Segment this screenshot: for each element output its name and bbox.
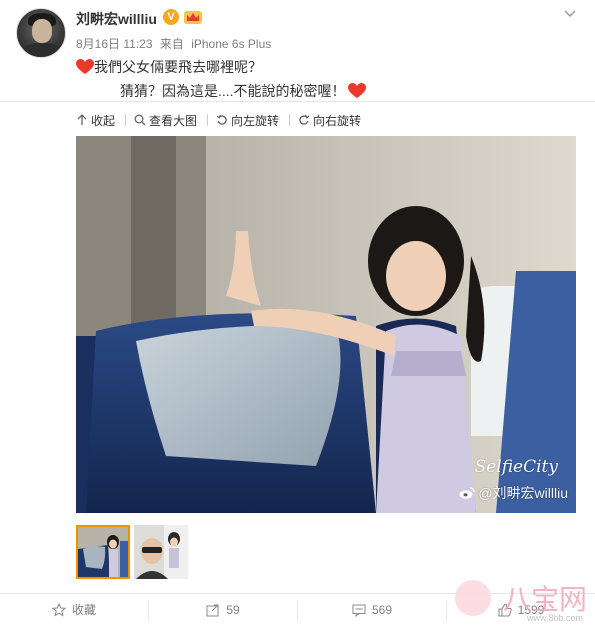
post-date[interactable]: 8月16日 11:23: [76, 37, 153, 51]
comment-button[interactable]: 569: [297, 599, 446, 620]
collapse-arrow-icon: [77, 114, 87, 125]
thumbnail[interactable]: [134, 525, 188, 579]
avatar[interactable]: [16, 8, 66, 58]
repost-count: 59: [226, 602, 240, 617]
like-count: 1599: [517, 602, 545, 617]
watermark-user: @刘畊宏willliu: [459, 483, 568, 503]
divider: [0, 101, 595, 102]
weibo-icon: [459, 487, 475, 499]
thumbnail-selected[interactable]: [76, 525, 130, 579]
source-prefix: 来自: [159, 37, 184, 51]
repost-button[interactable]: 59: [148, 599, 297, 620]
post-text-line1: 我們父女倆要飛去哪裡呢？: [94, 59, 262, 75]
crown-icon[interactable]: [183, 8, 203, 26]
post-text: 我們父女倆要飛去哪裡呢？ 猜猜？因為這是....不能說的秘密喔！: [76, 55, 366, 103]
chevron-down-icon[interactable]: [563, 6, 577, 20]
verified-badge[interactable]: V: [163, 9, 179, 25]
favorite-label: 收藏: [71, 603, 96, 617]
post-meta: 8月16日 11:23 来自 iPhone 6s Plus: [76, 35, 275, 52]
post-source[interactable]: iPhone 6s Plus: [191, 37, 271, 51]
toolbar-separator: [207, 114, 209, 126]
post-text-line2: 猜猜？因為這是....不能說的秘密喔！: [120, 83, 346, 99]
star-icon: [51, 602, 66, 617]
collapse-button[interactable]: 收起: [76, 112, 125, 129]
rotate-left-icon: [216, 114, 227, 125]
post-photo[interactable]: SelfieCity @刘畊宏willliu: [76, 136, 576, 513]
heart-icon: [76, 59, 94, 74]
view-large-button[interactable]: 查看大图: [134, 112, 207, 129]
post-header: 刘畊宏willliu V 8月16日 11:23 来自 iPhone 6s Pl…: [0, 0, 595, 100]
toolbar-separator: [289, 114, 291, 126]
watermark-user-text: @刘畊宏willliu: [478, 485, 568, 501]
thumbnail-strip: [76, 525, 188, 579]
rotate-right-label: 向右旋转: [313, 113, 362, 128]
heart-icon: [347, 83, 366, 98]
comment-count: 569: [371, 602, 393, 617]
magnifier-icon: [134, 114, 146, 126]
like-icon: [498, 602, 512, 616]
toolbar-separator: [125, 114, 127, 126]
rotate-left-button[interactable]: 向左旋转: [216, 112, 289, 129]
comment-icon: [352, 604, 366, 617]
image-toolbar: 收起 查看大图 向左旋转 向右旋转: [76, 110, 371, 130]
username-link[interactable]: 刘畊宏willliu: [76, 9, 157, 29]
action-bar: 收藏 59 569 1599: [0, 593, 595, 625]
view-large-label: 查看大图: [149, 113, 198, 128]
like-button[interactable]: 1599: [446, 599, 595, 620]
watermark-app: SelfieCity: [474, 457, 558, 477]
rotate-right-icon: [299, 114, 310, 125]
rotate-right-button[interactable]: 向右旋转: [298, 112, 371, 129]
collapse-label: 收起: [91, 113, 116, 128]
repost-icon: [206, 603, 219, 616]
rotate-left-label: 向左旋转: [231, 113, 280, 128]
favorite-button[interactable]: 收藏: [0, 600, 148, 620]
